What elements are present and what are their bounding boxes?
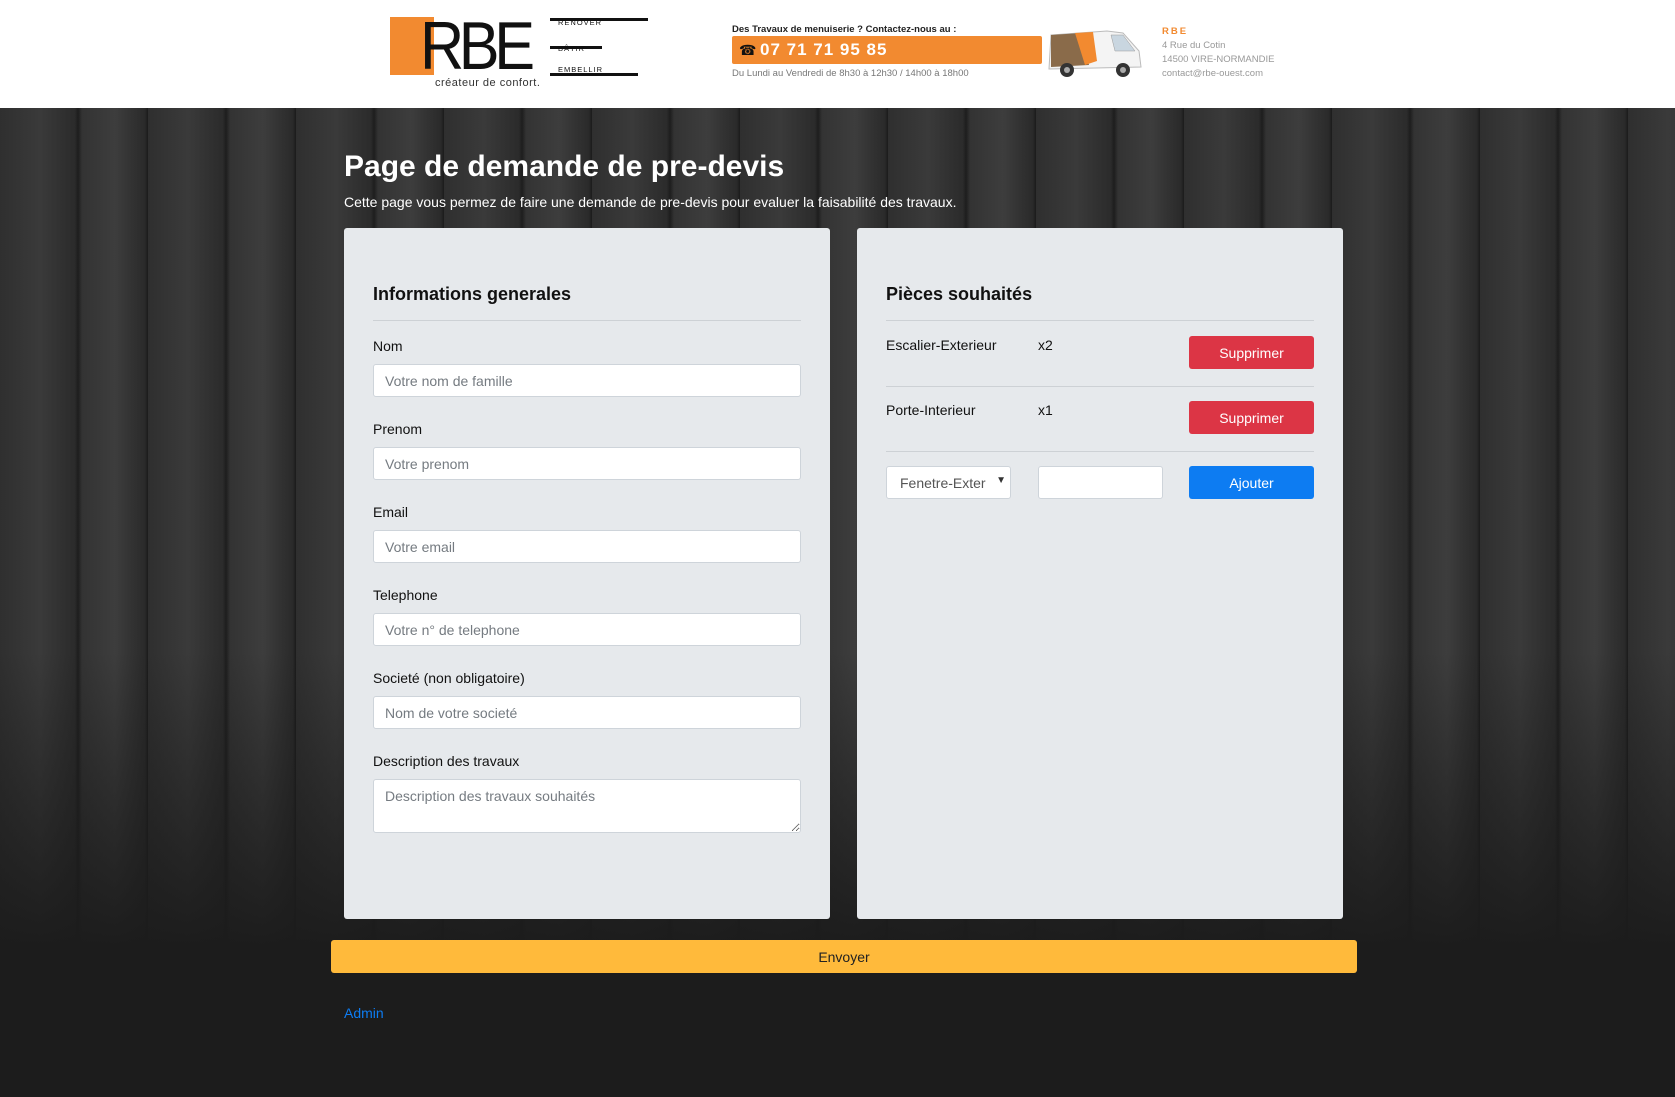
banner-phone-number: 07 71 71 95 85	[760, 40, 888, 59]
pieces-card: Pièces souhaités Escalier-Exterieur x2 S…	[857, 228, 1343, 919]
phone-icon: ☎	[739, 42, 757, 58]
description-label: Description des travaux	[373, 753, 520, 769]
general-info-heading: Informations generales	[373, 284, 572, 304]
divider	[373, 320, 801, 321]
admin-link[interactable]: Admin	[344, 1005, 384, 1021]
contact-email[interactable]: contact@rbe-ouest.com	[1162, 67, 1274, 81]
telephone-input[interactable]	[373, 613, 801, 646]
logo-word-embellir: EMBELLIR	[558, 65, 604, 74]
pieces-heading: Pièces souhaités	[886, 284, 1033, 304]
page-title: Page de demande de pre-devis	[344, 150, 785, 183]
banner-hours: Du Lundi au Vendredi de 8h30 à 12h30 / 1…	[732, 68, 969, 79]
banner-phone-bar[interactable]: ☎ 07 71 71 95 85	[732, 36, 1042, 64]
van-icon	[1048, 30, 1142, 77]
piece-name: Escalier-Exterieur	[886, 337, 997, 353]
piece-quantity-input[interactable]	[1038, 466, 1163, 499]
delete-piece-button[interactable]: Supprimer	[1189, 401, 1314, 434]
description-textarea[interactable]	[373, 779, 801, 833]
rbe-logo[interactable]: RBE RÉNOVER BÂTIR EMBELLIR créateur de c…	[390, 9, 650, 91]
piece-quantity: x1	[1038, 402, 1053, 418]
page-subtitle: Cette page vous permez de faire une dema…	[344, 194, 957, 210]
nom-label: Nom	[373, 338, 403, 354]
add-piece-button[interactable]: Ajouter	[1189, 466, 1314, 499]
piece-type-selected: Fenetre-Exter	[900, 475, 986, 491]
piece-quantity: x2	[1038, 337, 1053, 353]
societe-input[interactable]	[373, 696, 801, 729]
prenom-input[interactable]	[373, 447, 801, 480]
societe-label: Societé (non obligatoire)	[373, 670, 525, 686]
logo-tagline: créateur de confort.	[435, 77, 541, 89]
general-info-card: Informations generales Nom Prenom Email …	[344, 228, 830, 919]
logo-word-renover: RÉNOVER	[558, 18, 603, 27]
piece-type-select[interactable]: Fenetre-Exter ▼	[886, 466, 1011, 499]
contact-company: RBE	[1162, 26, 1189, 37]
contact-city: 14500 VIRE-NORMANDIE	[1162, 54, 1275, 65]
banner-top-text: Des Travaux de menuiserie ? Contactez-no…	[732, 24, 957, 35]
prenom-label: Prenom	[373, 421, 423, 437]
email-label: Email	[373, 504, 409, 520]
piece-row: Porte-Interieur x1 Supprimer	[886, 386, 1314, 451]
nom-input[interactable]	[373, 364, 801, 397]
contact-address: RBE 4 Rue du Cotin 14500 VIRE-NORMANDIE …	[1162, 25, 1274, 81]
delete-piece-button[interactable]: Supprimer	[1189, 336, 1314, 369]
site-header: RBE RÉNOVER BÂTIR EMBELLIR créateur de c…	[0, 0, 1675, 108]
piece-row: Escalier-Exterieur x2 Supprimer	[886, 321, 1314, 386]
send-button[interactable]: Envoyer	[331, 940, 1357, 973]
contact-street: 4 Rue du Cotin	[1162, 40, 1226, 51]
logo-letters: RBE	[420, 8, 535, 84]
telephone-label: Telephone	[373, 587, 438, 603]
divider	[886, 451, 1314, 452]
piece-name: Porte-Interieur	[886, 402, 976, 418]
logo-word-batir: BÂTIR	[558, 44, 586, 53]
chevron-down-icon: ▼	[996, 475, 1006, 486]
email-input[interactable]	[373, 530, 801, 563]
